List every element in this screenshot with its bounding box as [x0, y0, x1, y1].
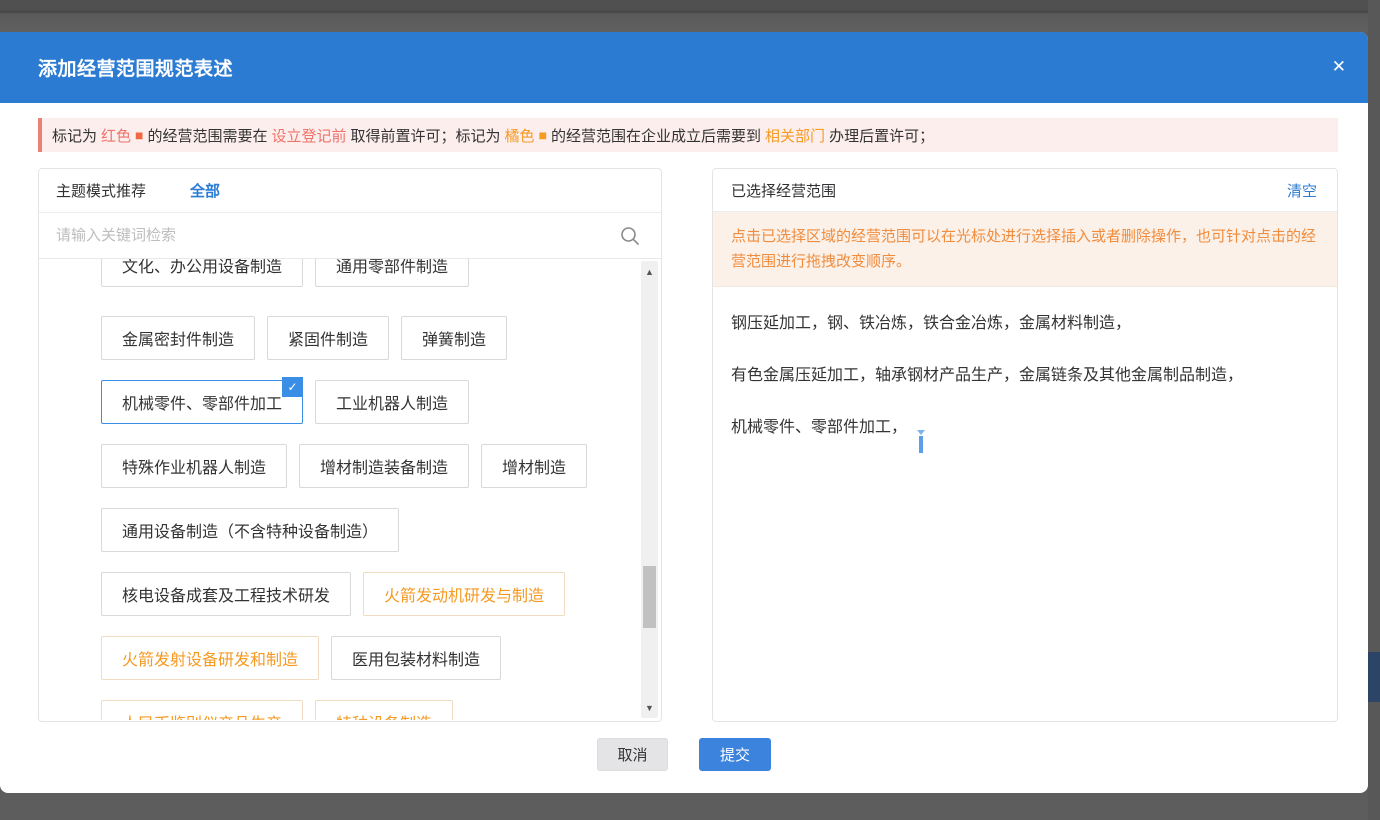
- selected-scope-panel: 已选择经营范围 清空 点击已选择区域的经营范围可以在光标处进行选择插入或者删除操…: [712, 168, 1338, 722]
- selected-scope-header: 已选择经营范围 清空: [713, 169, 1337, 212]
- pre-permit-link[interactable]: 设立登记前: [272, 125, 347, 146]
- scope-tag-post-permit[interactable]: 特种设备制造: [315, 700, 453, 720]
- tag-row: 通用设备制造（不含特种设备制造）: [101, 508, 631, 552]
- browser-scrollbar-thumb[interactable]: [1368, 652, 1380, 702]
- scope-tag-label: 特殊作业机器人制造: [122, 454, 266, 478]
- page-overlay-top: [0, 0, 1380, 32]
- notice-text: 取得前置许可；标记为: [351, 125, 501, 146]
- scope-tag-post-permit[interactable]: 火箭发射设备研发和制造: [101, 636, 319, 680]
- scope-tag-post-permit[interactable]: 火箭发动机研发与制造: [363, 572, 565, 616]
- tag-row: 特殊作业机器人制造 增材制造装备制造 增材制造: [101, 444, 631, 488]
- scope-tag-label: 机械零件、零部件加工: [122, 390, 282, 414]
- list-scrollbar[interactable]: ▲ ▼: [641, 261, 658, 718]
- notice-text: 标记为: [52, 125, 97, 146]
- scroll-up-icon[interactable]: ▲: [641, 263, 658, 280]
- permit-notice-bar: 标记为 红色 ■ 的经营范围需要在 设立登记前 取得前置许可；标记为 橘色 ■ …: [38, 118, 1338, 152]
- add-business-scope-modal: 添加经营范围规范表述 ✕ 标记为 红色 ■ 的经营范围需要在 设立登记前 取得前…: [0, 32, 1368, 793]
- scope-tag[interactable]: 工业机器人制造: [315, 380, 469, 424]
- tag-row: 核电设备成套及工程技术研发 火箭发动机研发与制造: [101, 572, 631, 616]
- scope-tag[interactable]: 特殊作业机器人制造: [101, 444, 287, 488]
- search-bar: [39, 213, 661, 259]
- scope-tag-label: 医用包装材料制造: [352, 646, 480, 670]
- page-overlay-bottom: [0, 793, 1380, 820]
- drag-hint-notice: 点击已选择区域的经营范围可以在光标处进行选择插入或者删除操作，也可针对点击的经营…: [713, 212, 1337, 287]
- scope-tag-label: 人民币鉴别仪产品生产: [122, 710, 282, 720]
- modal-footer: 取消 提交: [0, 738, 1368, 771]
- tag-list-viewport: 文化、办公用设备制造 通用零部件制造 金属密封件制造 紧固件制造 弹簧制造 机械…: [39, 259, 661, 720]
- scope-tag-label: 通用零部件制造: [336, 259, 448, 277]
- close-icon[interactable]: ✕: [1332, 56, 1346, 78]
- scope-tag[interactable]: 金属密封件制造: [101, 316, 255, 360]
- scope-tag-label: 增材制造装备制造: [320, 454, 448, 478]
- scope-picker-panel: 主题模式推荐 全部 文化、办公用设备制造 通用零部件制造 金属密封件制造: [38, 168, 662, 722]
- tab-all[interactable]: 全部: [190, 180, 220, 201]
- tag-row: 文化、办公用设备制造 通用零部件制造: [101, 259, 631, 287]
- modal-title: 添加经营范围规范表述: [38, 54, 233, 81]
- red-square-icon: ■: [135, 127, 143, 143]
- scope-tag[interactable]: 医用包装材料制造: [331, 636, 501, 680]
- tag-row: 金属密封件制造 紧固件制造 弹簧制造: [101, 316, 631, 360]
- related-dept-link[interactable]: 相关部门: [765, 125, 825, 146]
- check-icon: ✓: [282, 377, 303, 397]
- scope-tag[interactable]: 通用零部件制造: [315, 259, 469, 287]
- tag-list: 文化、办公用设备制造 通用零部件制造 金属密封件制造 紧固件制造 弹簧制造 机械…: [101, 259, 631, 720]
- selected-scope-line[interactable]: 有色金属压延加工，轴承钢材产品生产，金属链条及其他金属制品制造，: [731, 365, 1319, 387]
- search-icon[interactable]: [619, 225, 641, 247]
- scope-tag[interactable]: 核电设备成套及工程技术研发: [101, 572, 351, 616]
- clear-all-link[interactable]: 清空: [1287, 180, 1317, 201]
- tag-row: 机械零件、零部件加工 ✓ 工业机器人制造: [101, 380, 631, 424]
- scope-tag-label: 弹簧制造: [422, 326, 486, 350]
- selected-scope-line[interactable]: 钢压延加工，钢、铁冶炼，铁合金冶炼，金属材料制造，: [731, 313, 1319, 335]
- scope-tag-label: 紧固件制造: [288, 326, 368, 350]
- tag-row: 火箭发射设备研发和制造 医用包装材料制造: [101, 636, 631, 680]
- notice-text: 办理后置许可；: [829, 125, 934, 146]
- tab-theme-recommend[interactable]: 主题模式推荐: [56, 180, 146, 201]
- scope-tag-label: 特种设备制造: [336, 710, 432, 720]
- scope-tag[interactable]: 增材制造: [481, 444, 587, 488]
- scope-tag-label: 工业机器人制造: [336, 390, 448, 414]
- scope-tag[interactable]: 增材制造装备制造: [299, 444, 469, 488]
- notice-text: 的经营范围需要在: [148, 125, 268, 146]
- cancel-button[interactable]: 取消: [597, 738, 668, 771]
- tab-bar: 主题模式推荐 全部: [39, 169, 661, 213]
- modal-header: 添加经营范围规范表述 ✕: [0, 32, 1368, 103]
- panels-container: 主题模式推荐 全部 文化、办公用设备制造 通用零部件制造 金属密封件制造: [38, 168, 1338, 722]
- scope-tag[interactable]: 通用设备制造（不含特种设备制造）: [101, 508, 399, 552]
- orange-word[interactable]: 橘色: [505, 125, 535, 146]
- scope-tag-label: 火箭发射设备研发和制造: [122, 646, 298, 670]
- list-scrollbar-thumb[interactable]: [643, 566, 656, 628]
- selected-scope-title: 已选择经营范围: [731, 180, 836, 201]
- scroll-down-icon[interactable]: ▼: [641, 699, 658, 716]
- scope-tag-label: 核电设备成套及工程技术研发: [122, 582, 330, 606]
- notice-text: 的经营范围在企业成立后需要到: [551, 125, 761, 146]
- scope-tag-label: 火箭发动机研发与制造: [384, 582, 544, 606]
- selected-scope-text[interactable]: 机械零件、零部件加工，: [731, 419, 907, 436]
- orange-square-icon: ■: [539, 127, 547, 143]
- scope-tag-selected[interactable]: 机械零件、零部件加工 ✓: [101, 380, 303, 424]
- scope-tag-label: 通用设备制造（不含特种设备制造）: [122, 518, 378, 542]
- scope-tag-label: 增材制造: [502, 454, 566, 478]
- text-cursor: [917, 430, 925, 453]
- search-input[interactable]: [56, 227, 619, 244]
- scope-tag[interactable]: 紧固件制造: [267, 316, 389, 360]
- selected-scope-editor[interactable]: 钢压延加工，钢、铁冶炼，铁合金冶炼，金属材料制造， 有色金属压延加工，轴承钢材产…: [713, 287, 1337, 453]
- scope-tag[interactable]: 文化、办公用设备制造: [101, 259, 303, 287]
- scope-tag-label: 金属密封件制造: [122, 326, 234, 350]
- scope-tag-label: 文化、办公用设备制造: [122, 259, 282, 277]
- red-word[interactable]: 红色: [101, 125, 131, 146]
- submit-button[interactable]: 提交: [699, 738, 771, 771]
- tag-row: 人民币鉴别仪产品生产 特种设备制造: [101, 700, 631, 720]
- scope-tag-post-permit[interactable]: 人民币鉴别仪产品生产: [101, 700, 303, 720]
- scope-tag[interactable]: 弹簧制造: [401, 316, 507, 360]
- selected-scope-line[interactable]: 机械零件、零部件加工，: [731, 417, 1319, 453]
